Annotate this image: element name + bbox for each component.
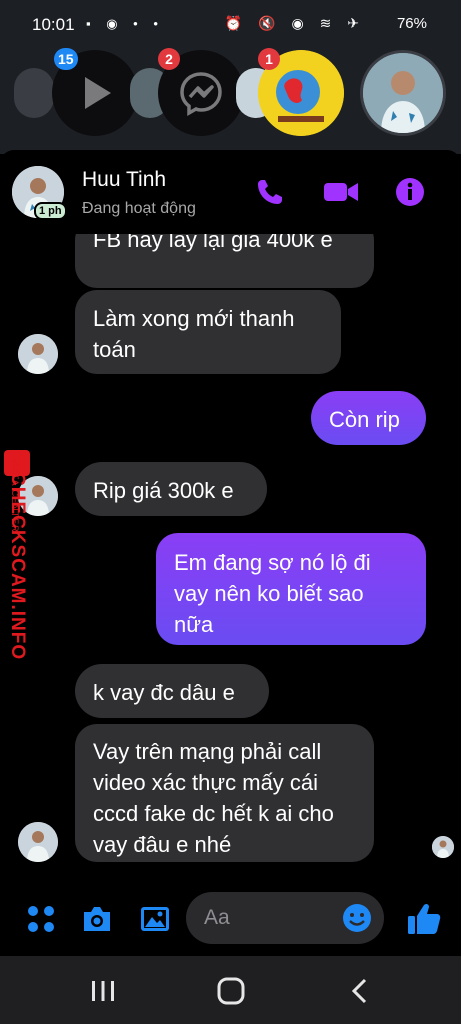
back-chevron-icon <box>351 978 367 1004</box>
message-bubble-incoming[interactable]: FB hay lấy lại giá 400k e <box>75 234 374 288</box>
video-call-button[interactable] <box>322 176 360 208</box>
system-status-icons: ⏰ 🔇 ◉ ≋ ✈ <box>224 15 365 31</box>
back-button[interactable] <box>344 974 378 1008</box>
unread-badge: 2 <box>158 48 180 70</box>
thumbs-up-icon <box>408 903 441 934</box>
sender-avatar[interactable] <box>18 334 58 374</box>
grid-icon <box>28 906 54 932</box>
battery-level: 76% <box>396 15 427 32</box>
more-actions-button[interactable] <box>24 902 58 936</box>
voice-call-button[interactable] <box>254 176 286 208</box>
status-bar: 10:01 ▪ ◉ • • ⏰ 🔇 ◉ ≋ ✈ 76% <box>0 0 461 46</box>
message-bubble-incoming[interactable]: Vay trên mạng phải call video xác thực m… <box>75 724 374 862</box>
unread-badge: 15 <box>54 48 78 70</box>
info-button[interactable] <box>394 176 426 208</box>
sender-avatar[interactable] <box>18 822 58 862</box>
watermark: DATA CENTER CHECKSCAM.INFO <box>0 449 48 680</box>
message-bubble-outgoing[interactable]: Em đang sợ nó lộ đi vay nên ko biết sao … <box>156 533 426 645</box>
active-time-badge: 1 ph <box>34 202 67 220</box>
status-time: 10:01 <box>32 15 75 34</box>
message-composer: Aa <box>0 880 461 956</box>
contact-name[interactable]: Huu Tinh <box>82 168 166 192</box>
chat-heads-bar: 15 2 1 <box>0 46 461 154</box>
home-icon <box>217 977 245 1005</box>
recent-apps-button[interactable] <box>86 974 120 1008</box>
watermark-text: CHECKSCAM.INFO <box>7 472 28 661</box>
notification-icons: ▪ ◉ • • <box>86 16 164 31</box>
camera-icon <box>84 907 110 931</box>
message-list[interactable]: FB hay lấy lại giá 400k e Làm xong mới t… <box>0 234 461 894</box>
message-bubble-incoming[interactable]: Làm xong mới thanh toán <box>75 290 341 374</box>
chat-header: 1 ph Huu Tinh Đang hoạt động <box>0 150 461 234</box>
home-button[interactable] <box>214 974 248 1008</box>
image-icon <box>141 907 169 931</box>
phone-icon <box>258 180 282 204</box>
emoji-icon[interactable] <box>342 903 372 933</box>
system-navigation-bar <box>0 956 461 1024</box>
info-icon <box>396 178 424 206</box>
unread-badge: 1 <box>258 48 280 70</box>
like-button[interactable] <box>406 902 442 936</box>
message-input[interactable]: Aa <box>186 892 384 944</box>
recents-icon <box>92 981 114 1001</box>
seen-indicator-avatar <box>432 836 454 858</box>
video-camera-icon <box>324 183 358 201</box>
message-bubble-incoming[interactable]: k vay đc dâu e <box>75 664 269 718</box>
message-input-placeholder: Aa <box>204 906 230 929</box>
chat-head-active-contact[interactable] <box>360 50 446 136</box>
contact-status: Đang hoạt động <box>82 200 196 217</box>
message-bubble-outgoing[interactable]: Còn rip <box>311 391 426 445</box>
camera-button[interactable] <box>80 902 114 936</box>
chat-head-peek[interactable] <box>14 68 54 118</box>
gallery-button[interactable] <box>138 902 172 936</box>
contact-photo-icon <box>363 53 443 133</box>
message-bubble-incoming[interactable]: Rip giá 300k e <box>75 462 267 516</box>
